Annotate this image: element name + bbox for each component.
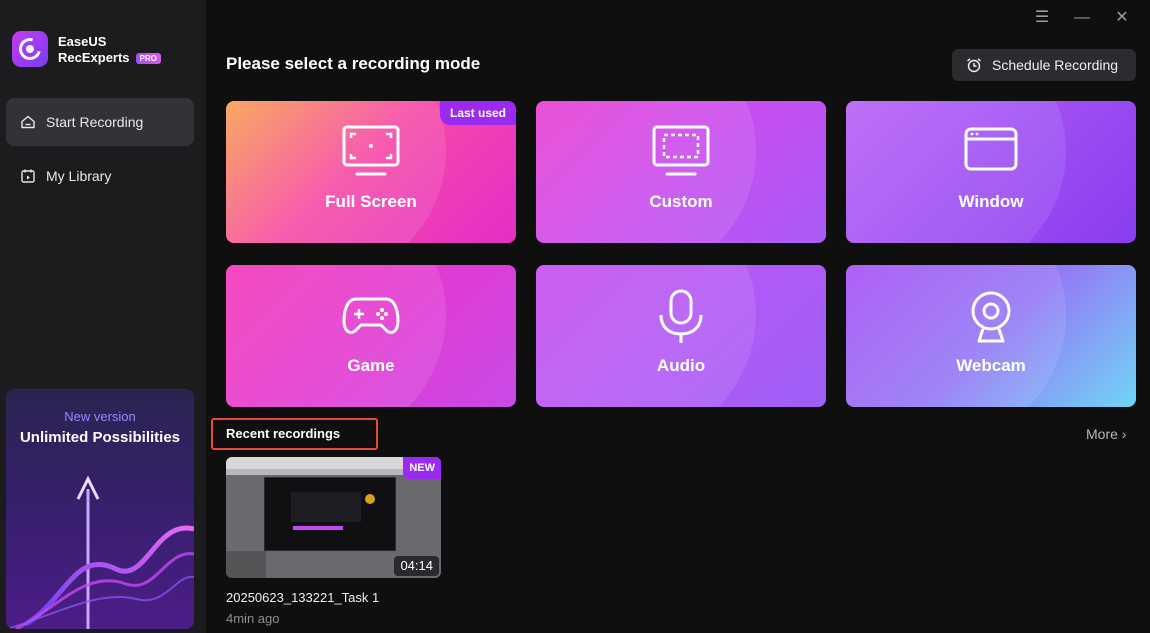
fullscreen-icon <box>342 125 400 176</box>
brand-line-1: EaseUS <box>58 34 107 49</box>
sidebar-item-label: My Library <box>46 168 112 184</box>
mode-card-game[interactable]: Game <box>226 265 516 407</box>
custom-region-icon <box>652 125 710 176</box>
mode-card-window[interactable]: Window <box>846 101 1136 243</box>
minimize-icon[interactable]: — <box>1070 8 1094 28</box>
mode-label: Window <box>958 192 1024 211</box>
webcam-icon <box>971 291 1011 343</box>
recording-file-name: 20250623_133221_Task 1 <box>226 590 380 605</box>
mode-card-custom[interactable]: Custom <box>536 101 826 243</box>
promo-title: Unlimited Possibilities <box>19 429 181 446</box>
mode-card-webcam[interactable]: Webcam <box>846 265 1136 407</box>
brand-name: EaseUS RecExperts PRO <box>58 34 161 66</box>
more-label: More <box>1086 426 1118 442</box>
recording-timestamp: 4min ago <box>226 611 280 626</box>
close-icon[interactable]: ✕ <box>1110 8 1134 28</box>
sidebar-item-start-recording[interactable]: Start Recording <box>6 98 194 146</box>
home-icon <box>21 115 35 129</box>
growth-arrow-illustration <box>6 475 194 629</box>
mode-label: Audio <box>656 356 706 375</box>
microphone-icon <box>659 289 703 343</box>
mode-card-full-screen[interactable]: Last used Full Screen <box>226 101 516 243</box>
mode-label: Full Screen <box>325 192 417 211</box>
recording-thumbnail[interactable]: NEW 04:14 <box>226 457 441 578</box>
sidebar: EaseUS RecExperts PRO Start Recording My … <box>0 0 206 633</box>
duration-label: 04:14 <box>394 556 439 576</box>
new-badge: NEW <box>403 457 441 479</box>
more-link[interactable]: More › <box>1086 426 1126 442</box>
pro-badge: PRO <box>135 53 161 65</box>
recent-recordings-title: Recent recordings <box>211 418 378 450</box>
chevron-right-icon: › <box>1121 426 1127 442</box>
alarm-clock-icon <box>967 58 981 73</box>
mode-label: Webcam <box>956 356 1026 375</box>
library-icon <box>21 169 35 183</box>
promo-banner[interactable]: New version Unlimited Possibilities <box>6 389 194 629</box>
menu-icon[interactable]: ☰ <box>1030 8 1054 28</box>
last-used-badge: Last used <box>439 101 516 125</box>
brand-line-2: RecExperts <box>58 50 130 65</box>
promo-subtitle: New version <box>64 409 136 424</box>
app-logo-icon <box>12 31 48 67</box>
mode-label: Custom <box>649 192 713 211</box>
sidebar-item-my-library[interactable]: My Library <box>6 152 194 200</box>
gamepad-icon <box>342 297 400 335</box>
sidebar-item-label: Start Recording <box>46 114 144 130</box>
schedule-recording-button[interactable]: Schedule Recording <box>952 49 1136 81</box>
mode-card-audio[interactable]: Audio <box>536 265 826 407</box>
window-icon <box>964 127 1018 171</box>
mode-label: Game <box>347 356 395 375</box>
page-title: Please select a recording mode <box>226 54 481 73</box>
schedule-recording-label: Schedule Recording <box>992 57 1119 73</box>
thumbnail-preview <box>264 477 396 551</box>
